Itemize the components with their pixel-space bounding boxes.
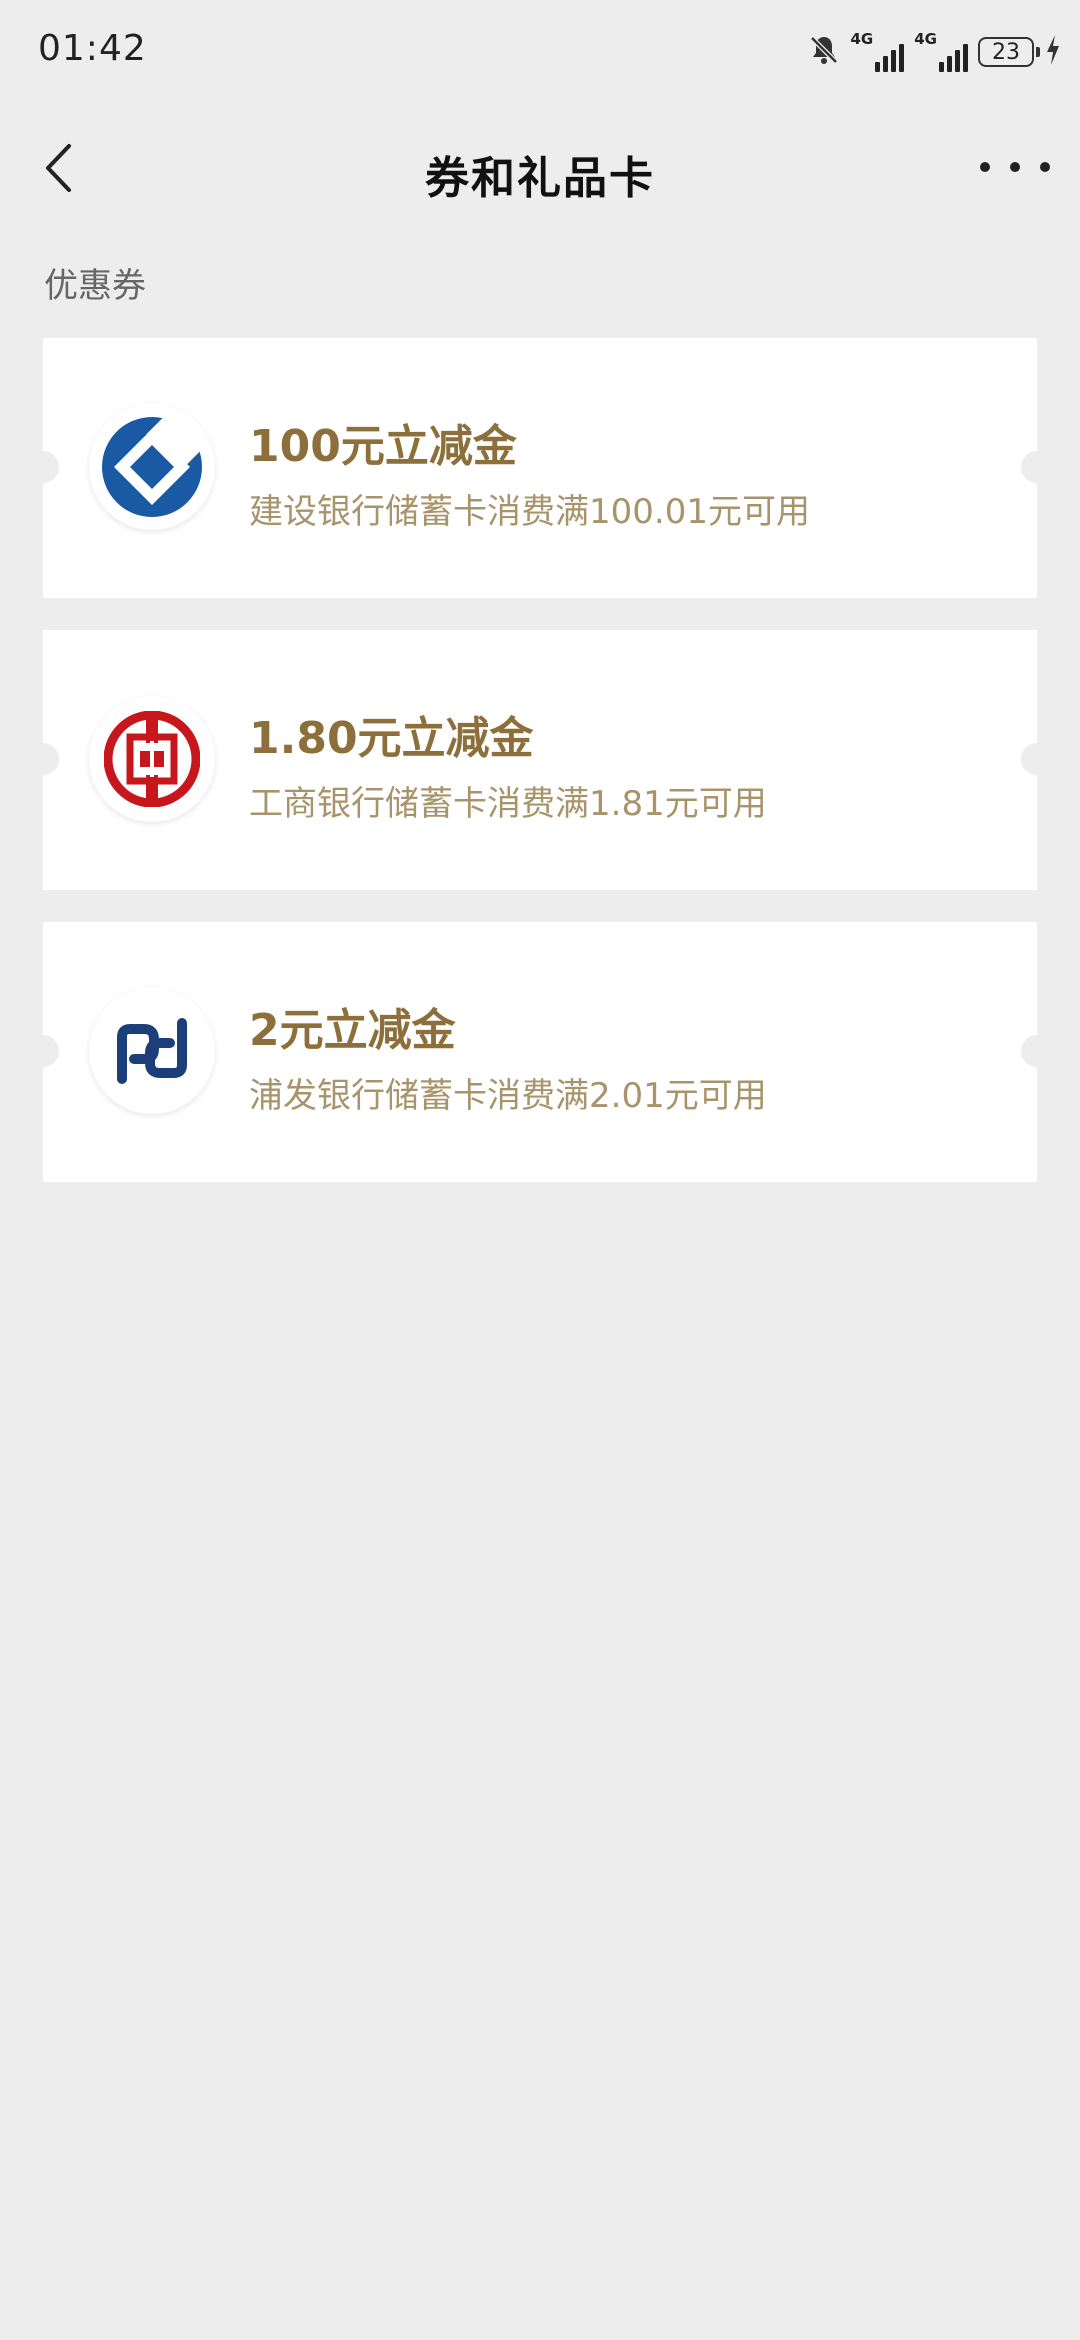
more-options-button[interactable] xyxy=(980,142,1050,192)
section-label-coupons: 优惠券 xyxy=(44,266,146,306)
ticket-notch-right xyxy=(1021,1035,1053,1067)
spdb-logo-icon xyxy=(89,988,215,1114)
page-title: 券和礼品卡 xyxy=(425,153,655,204)
ticket-notch-right xyxy=(1021,743,1053,775)
coupon-title: 2元立减金 xyxy=(249,1005,456,1056)
mute-bell-icon xyxy=(807,33,841,71)
ticket-notch-left xyxy=(27,743,59,775)
network-1-label: 4G xyxy=(850,30,874,48)
coupon-description: 建设银行储蓄卡消费满100.01元可用 xyxy=(249,492,810,532)
battery-level: 23 xyxy=(992,39,1020,65)
coupon-description: 工商银行储蓄卡消费满1.81元可用 xyxy=(249,784,767,824)
ticket-notch-left xyxy=(27,451,59,483)
coupon-card[interactable]: 1.80元立减金 工商银行储蓄卡消费满1.81元可用 xyxy=(27,630,1053,890)
coupons-screen: 01:42 4G 4G 23 券和礼品卡 优惠券 100元立减金 建设银行储蓄卡… xyxy=(0,0,1080,2340)
more-dot-icon xyxy=(1010,162,1020,172)
charging-bolt-icon xyxy=(1044,33,1062,71)
status-icons: 4G 4G 23 xyxy=(807,28,1063,76)
nav-bar: 券和礼品卡 xyxy=(0,120,1080,216)
status-time: 01:42 xyxy=(38,28,147,69)
coupon-card[interactable]: 100元立减金 建设银行储蓄卡消费满100.01元可用 xyxy=(27,338,1053,598)
signal-1-icon: 4G xyxy=(851,32,905,72)
coupon-description: 浦发银行储蓄卡消费满2.01元可用 xyxy=(249,1076,767,1116)
signal-2-icon: 4G xyxy=(914,32,968,72)
status-bar: 01:42 4G 4G 23 xyxy=(0,0,1080,100)
ticket-notch-right xyxy=(1021,451,1053,483)
coupon-card[interactable]: 2元立减金 浦发银行储蓄卡消费满2.01元可用 xyxy=(27,922,1053,1182)
coupon-title: 1.80元立减金 xyxy=(249,713,534,764)
more-dot-icon xyxy=(980,162,990,172)
ccb-logo-icon xyxy=(89,404,215,530)
icbc-logo-icon xyxy=(89,696,215,822)
coupon-list: 100元立减金 建设银行储蓄卡消费满100.01元可用 1.80元立减金 工商银… xyxy=(27,338,1053,1214)
battery-icon: 23 xyxy=(978,37,1040,67)
coupon-title: 100元立减金 xyxy=(249,421,517,472)
network-2-label: 4G xyxy=(914,30,937,48)
ticket-notch-left xyxy=(27,1035,59,1067)
more-dot-icon xyxy=(1040,162,1050,172)
